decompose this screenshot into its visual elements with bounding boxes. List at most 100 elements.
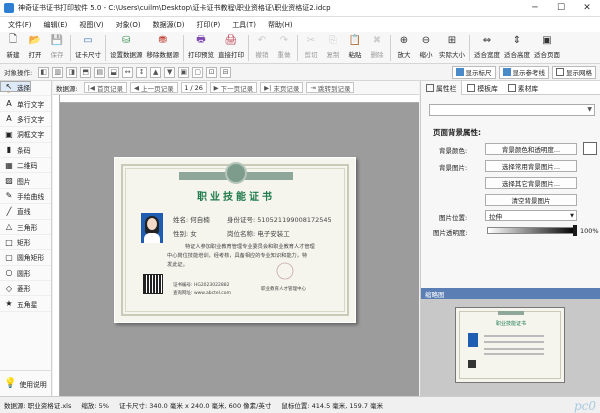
- toolbar-button-7[interactable]: 🖨 直接打印: [216, 32, 246, 64]
- next-record-button[interactable]: ▶ 下一页记录: [209, 82, 258, 93]
- tool-diamond[interactable]: ◇ 菱形: [0, 281, 51, 297]
- jump-record-button[interactable]: ⇥ 跳转到记录: [306, 82, 355, 93]
- toolbar-button-3[interactable]: ▭ 证卡尺寸: [73, 32, 103, 64]
- object-selector[interactable]: ▼: [429, 104, 595, 116]
- toolbar-button-10[interactable]: ✂ 剪切: [300, 32, 322, 64]
- cert-photo[interactable]: [141, 213, 163, 243]
- toolbar-button-15[interactable]: ⊖ 缩小: [415, 32, 437, 64]
- design-canvas[interactable]: 职业技能证书 姓名: 何自楠 身份证号: 51052119900817254​5…: [60, 103, 419, 396]
- menu-item-0[interactable]: 文件(F): [4, 20, 40, 30]
- tab-properties[interactable]: 属性栏: [421, 80, 463, 95]
- toolbar-button-13[interactable]: ✖ 删除: [366, 32, 388, 64]
- bg-color-swatch[interactable]: [583, 142, 597, 155]
- same-height-icon[interactable]: ↕: [136, 66, 148, 78]
- cert-body-line-1[interactable]: 特证人参加职业教育管理专业委员会和职业教育人才管理: [185, 243, 315, 250]
- image-alpha-slider[interactable]: [487, 227, 577, 234]
- cert-number[interactable]: 证书编号: HG2023022882: [173, 282, 229, 288]
- cert-id-number[interactable]: 身份证号: 51052119900817254​5: [227, 214, 332, 224]
- menu-item-5[interactable]: 打印(P): [193, 20, 229, 30]
- image-position-select[interactable]: 拉伸 ▼: [485, 210, 577, 221]
- toolbar-button-4[interactable]: ⛁ 设置数据源: [108, 32, 145, 64]
- choose-common-bg-button[interactable]: 选择常用背景图片...: [485, 160, 577, 172]
- unlock-icon[interactable]: ⊟: [220, 66, 232, 78]
- show-ruler-button[interactable]: 显示标尺: [451, 65, 496, 79]
- toolbar-button-0[interactable]: 🗋 新建: [2, 32, 24, 64]
- tool-rounded-rect[interactable]: ▢ 圆角矩形: [0, 250, 51, 266]
- thumbnail-area[interactable]: 职业技能证书: [421, 299, 600, 396]
- tab-materials[interactable]: 素材库: [503, 81, 543, 95]
- toolbar-button-1[interactable]: 📂 打开: [24, 32, 46, 64]
- maximize-button[interactable]: ☐: [548, 0, 574, 17]
- send-back-icon[interactable]: ▼: [164, 66, 176, 78]
- cert-name[interactable]: 姓名: 何自楠: [173, 214, 210, 224]
- toolbar-button-19[interactable]: ▣ 适合页面: [532, 32, 562, 64]
- horizontal-ruler[interactable]: [60, 95, 419, 103]
- menu-item-6[interactable]: 工具(T): [228, 20, 264, 30]
- tool-line[interactable]: ╱ 直线: [0, 204, 51, 220]
- toolbar-button-8[interactable]: ↶ 撤销: [251, 32, 273, 64]
- cert-title[interactable]: 职业技能证书: [115, 188, 357, 203]
- menu-item-4[interactable]: 数据源(D): [149, 20, 193, 30]
- toolbar-button-5[interactable]: ⛃ 移除数据源: [145, 32, 182, 64]
- close-button[interactable]: ✕: [574, 0, 600, 17]
- help-button[interactable]: 💡 使用说明: [0, 370, 52, 396]
- tool-image[interactable]: ▨ 图片: [0, 173, 51, 189]
- cert-gender[interactable]: 性别: 女: [173, 228, 197, 238]
- tool-circle[interactable]: ○ 圆形: [0, 266, 51, 282]
- align-left-icon[interactable]: ◧: [38, 66, 50, 78]
- minimize-button[interactable]: ─: [522, 0, 548, 17]
- align-right-icon[interactable]: ◨: [66, 66, 78, 78]
- group-icon[interactable]: ▣: [178, 66, 190, 78]
- clear-bg-button[interactable]: 清空背景图片: [485, 194, 577, 206]
- show-guides-button[interactable]: 显示参考线: [498, 65, 549, 79]
- lock-icon[interactable]: ⊡: [206, 66, 218, 78]
- cert-query-url[interactable]: 查询网址: www.abctel.com: [173, 290, 231, 296]
- page-indicator[interactable]: 1 / 26: [180, 82, 207, 93]
- tool-qrcode[interactable]: ▦ 二维码: [0, 158, 51, 174]
- certificate-page[interactable]: 职业技能证书 姓名: 何自楠 身份证号: 51052119900817254​5…: [114, 157, 356, 323]
- menu-item-7[interactable]: 帮助(H): [264, 20, 301, 30]
- cert-position[interactable]: 岗位名称: 电子安装工: [227, 228, 290, 238]
- cert-qrcode-icon[interactable]: [143, 274, 163, 294]
- thumbnail-preview[interactable]: 职业技能证书: [455, 307, 565, 383]
- bg-color-button[interactable]: 背景颜色和透明度...: [485, 143, 577, 155]
- last-record-button[interactable]: ▶| 末页记录: [260, 82, 304, 93]
- same-width-icon[interactable]: ↔: [122, 66, 134, 78]
- choose-other-bg-button[interactable]: 选择其它背景图片...: [485, 177, 577, 189]
- toolbar-button-11[interactable]: ⎘ 复制: [322, 32, 344, 64]
- toolbar-button-9[interactable]: ↷ 重做: [273, 32, 295, 64]
- tool-triangle[interactable]: △ 三角形: [0, 220, 51, 235]
- toolbar-button-18[interactable]: ⇕ 适合高度: [502, 32, 532, 64]
- toolbar-button-17[interactable]: ⇔ 适合宽度: [472, 32, 502, 64]
- tool-multi-text[interactable]: A 多行文字: [0, 112, 51, 128]
- toolbar-button-6[interactable]: 🖶 打印预览: [186, 32, 216, 64]
- tool-star[interactable]: ★ 五角星: [0, 296, 51, 312]
- first-record-button[interactable]: |◀ 首页记录: [83, 82, 127, 93]
- toolbar-button-2[interactable]: 💾 保存: [46, 32, 68, 64]
- toolbar-button-14[interactable]: ⊕ 放大: [393, 32, 415, 64]
- align-bottom-icon[interactable]: ⬓: [108, 66, 120, 78]
- tool-barcode[interactable]: ▮ 条码: [0, 143, 51, 158]
- menu-item-3[interactable]: 对象(O): [112, 20, 149, 30]
- vertical-ruler[interactable]: [53, 95, 60, 396]
- align-top-icon[interactable]: ⬒: [80, 66, 92, 78]
- align-middle-icon[interactable]: ▤: [94, 66, 106, 78]
- align-center-icon[interactable]: ▥: [52, 66, 64, 78]
- ungroup-icon[interactable]: ▢: [192, 66, 204, 78]
- tab-templates[interactable]: 模板库: [462, 81, 502, 95]
- show-grid-button[interactable]: 显示网格: [552, 65, 596, 79]
- menu-item-2[interactable]: 视图(V): [75, 20, 111, 30]
- menu-item-1[interactable]: 编辑(E): [40, 20, 76, 30]
- tool-single-text[interactable]: A 单行文字: [0, 96, 51, 112]
- tool-arrow-select[interactable]: ↖ 选择: [0, 81, 31, 92]
- tool-rectangle[interactable]: □ 矩形: [0, 235, 51, 251]
- bring-front-icon[interactable]: ▲: [150, 66, 162, 78]
- tool-freehand[interactable]: ✎ 手绘曲线: [0, 189, 51, 205]
- image-alpha-handle[interactable]: [573, 225, 577, 236]
- cert-body-line-2[interactable]: 中心岗位技能培训，经考核，具备相应的专业知识和能力，特: [167, 252, 307, 259]
- cert-issuer[interactable]: 职业教育人才管理中心: [261, 286, 306, 292]
- cert-body-line-3[interactable]: 发此证。: [167, 261, 188, 268]
- toolbar-button-16[interactable]: ⊞ 实际大小: [437, 32, 467, 64]
- toolbar-button-12[interactable]: 📋 粘贴: [344, 32, 366, 64]
- prev-record-button[interactable]: ◀ 上一页记录: [129, 82, 178, 93]
